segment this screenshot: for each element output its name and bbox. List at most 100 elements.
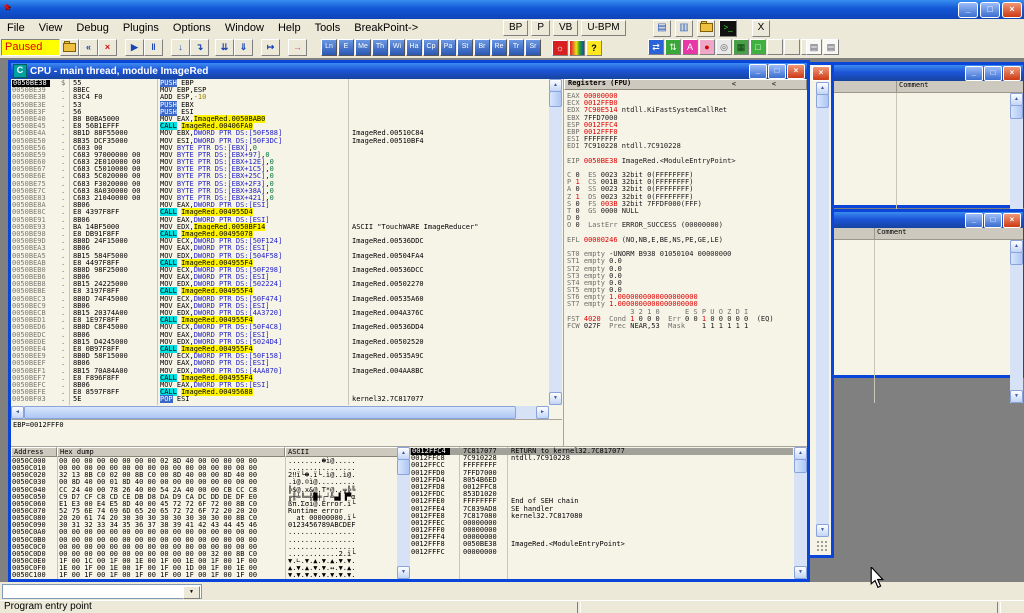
book-icon-button[interactable]: ▥ — [675, 20, 693, 37]
trace-spiral-button[interactable]: ◎ — [716, 39, 732, 55]
registers-next-icon[interactable]: < — [772, 81, 776, 88]
panel-button-e[interactable]: E — [338, 39, 354, 56]
stack-pane[interactable]: 0012FFC47C817077RETURN to kernel32.7C817… — [410, 447, 793, 579]
registers-header[interactable]: Registers (FPU) < < — [564, 79, 807, 90]
minimize-button[interactable]: _ — [749, 64, 767, 79]
stack-vertical-scrollbar[interactable]: ▲ ▼ — [794, 447, 807, 579]
hex-dump-pane[interactable]: Address Hex dump ASCII 0050C00000 00 00 … — [11, 447, 398, 579]
disassembly-horizontal-scrollbar[interactable]: ◄ ► — [11, 406, 549, 419]
disasm-row[interactable]: 0050BE83.C683 21040000 00MOV BYTE PTR DS… — [11, 195, 563, 202]
close-icon[interactable]: × — [1003, 213, 1021, 228]
registers-prev-icon[interactable]: < — [732, 81, 736, 88]
plugin-button-p[interactable]: P — [531, 20, 550, 36]
empty-slot[interactable] — [784, 39, 800, 55]
register-line[interactable]: EDI 7C910228 ntdll.7C910228 — [567, 143, 807, 150]
column-header-row[interactable]: Comment — [834, 81, 1023, 93]
step-backward-button[interactable]: « — [79, 39, 98, 56]
scroll-thumb[interactable] — [794, 459, 807, 473]
scroll-thumb[interactable] — [1010, 105, 1023, 119]
scroll-thumb[interactable] — [24, 406, 516, 419]
panel-button-br[interactable]: Br — [474, 39, 490, 56]
console-icon-button[interactable]: >_ — [719, 20, 737, 37]
menu-tools[interactable]: Tools — [308, 21, 348, 35]
step-over-button[interactable]: ↴ — [190, 39, 209, 56]
panel-button-re[interactable]: Re — [491, 39, 507, 56]
panel-button-pa[interactable]: Pa — [440, 39, 456, 56]
assembler-button[interactable]: A — [682, 39, 698, 55]
panel-button-sr[interactable]: Sr — [525, 39, 541, 56]
register-line[interactable]: T 0 GS 0000 NULL — [567, 208, 807, 215]
vertical-scrollbar[interactable]: ▲ ▼ — [1010, 240, 1023, 403]
dump-ascii-header[interactable]: ASCII — [285, 447, 398, 457]
debug-options-button[interactable]: ☼ — [552, 40, 568, 56]
minimize-button[interactable]: _ — [965, 66, 983, 81]
disasm-row[interactable]: 0050BF03.5EPOP ESIkernel32.7C817077 — [11, 396, 563, 403]
scroll-thumb[interactable] — [549, 91, 562, 107]
report-button[interactable]: ▤ — [823, 39, 839, 55]
empty-slot[interactable] — [767, 39, 783, 55]
minimize-button[interactable]: _ — [965, 213, 983, 228]
disasm-row[interactable]: 0050BE8C.E8 4397F8FFCALL ImageRed.004955… — [11, 209, 563, 216]
disasm-row[interactable]: 0050BEB0.8B0D 98F25000MOV ECX,DWORD PTR … — [11, 267, 563, 274]
panel-button-cp[interactable]: Cp — [423, 39, 439, 56]
disassembly-vertical-scrollbar[interactable]: ▲ ▼ — [549, 79, 562, 405]
menu-window[interactable]: Window — [218, 21, 271, 35]
step-into-button[interactable]: ↓ — [171, 39, 190, 56]
info-pane[interactable]: EBP=0012FFF0 — [11, 419, 562, 446]
command-combobox[interactable]: ▼ — [2, 584, 202, 599]
appearance-button[interactable] — [569, 40, 585, 56]
panel-button-th[interactable]: Th — [372, 39, 388, 56]
cpu-window-titlebar[interactable]: C CPU - main thread, module ImageRed _ □… — [11, 63, 807, 79]
register-line[interactable]: O 0 LastErr ERROR_SUCCESS (00000000) — [567, 222, 807, 229]
disasm-row[interactable]: 0050BEE9.8B0D 58F15000MOV ECX,DWORD PTR … — [11, 353, 563, 360]
dump-address-header[interactable]: Address — [11, 447, 57, 457]
panel-button-ln[interactable]: Ln — [321, 39, 337, 56]
menu-breakpoint[interactable]: BreakPoint-> — [347, 21, 425, 35]
comment-column-header[interactable]: Comment — [896, 82, 929, 89]
folder-icon-button[interactable] — [697, 20, 715, 37]
combobox-dropdown-icon[interactable]: ▼ — [183, 586, 200, 599]
menu-help[interactable]: Help — [271, 21, 308, 35]
menu-file[interactable]: File — [0, 21, 32, 35]
close-button[interactable]: × — [1002, 2, 1022, 18]
execute-till-return-button[interactable]: ↦ — [261, 39, 280, 56]
right-window-1-titlebar[interactable]: _ □ × — [834, 65, 1023, 81]
binary-button[interactable]: ▦ — [733, 39, 749, 55]
open-file-button[interactable] — [60, 39, 79, 56]
vertical-scrollbar[interactable]: ▲ ▼ — [816, 82, 829, 537]
panel-button-wi[interactable]: Wi — [389, 39, 405, 56]
go-to-eip-button[interactable]: → — [288, 39, 307, 56]
maximize-button[interactable]: □ — [984, 66, 1002, 81]
disasm-row[interactable]: 0050BEC3.8B0D 74F45000MOV ECX,DWORD PTR … — [11, 296, 563, 303]
resize-grip[interactable] — [816, 540, 829, 553]
disasm-row[interactable]: 0050BED6.8B0D C8F45000MOV ECX,DWORD PTR … — [11, 324, 563, 331]
plugin-button-ubpm[interactable]: U-BPM — [581, 20, 625, 36]
right-window-2-titlebar[interactable]: _ □ × — [834, 212, 1023, 228]
scroll-down-icon[interactable]: ▼ — [1010, 390, 1023, 403]
panel-button-me[interactable]: Me — [355, 39, 371, 56]
registers-pane[interactable]: Registers (FPU) < < EAX 00000000ECX 0012… — [564, 79, 807, 446]
menu-view[interactable]: View — [32, 21, 70, 35]
animate-into-button[interactable]: ⇊ — [215, 39, 234, 56]
maximize-button[interactable]: □ — [768, 64, 786, 79]
sync-updown-button[interactable]: ⇅ — [665, 39, 681, 55]
close-icon[interactable]: × — [812, 66, 830, 81]
disasm-row[interactable]: 0050BEF7.E8 F896F8FFCALL ImageRed.004955… — [11, 375, 563, 382]
register-line[interactable]: EIP 0050BE38 ImageRed.<ModuleEntryPoint> — [567, 158, 807, 165]
maximize-button[interactable]: □ — [984, 213, 1002, 228]
notes-icon-button[interactable]: ▤ — [653, 20, 671, 37]
disasm-row[interactable]: 0050BE9D.8B0D 24F15000MOV ECX,DWORD PTR … — [11, 238, 563, 245]
scroll-thumb[interactable] — [1010, 252, 1023, 265]
swap-arrows-button[interactable]: ⇄ — [648, 39, 664, 55]
disasm-row[interactable]: 0050BE3E.53PUSH EBX — [11, 102, 563, 109]
pause-button[interactable]: ‖ — [144, 39, 163, 56]
menu-plugins[interactable]: Plugins — [116, 21, 166, 35]
plugin-button-bp[interactable]: BP — [503, 20, 528, 36]
dump-row[interactable]: 0050C1001F 00 1F 00 1F 00 1F 00 1F 00 1F… — [11, 572, 398, 579]
scroll-down-icon[interactable]: ▼ — [549, 392, 562, 405]
panel-button-tr[interactable]: Tr — [508, 39, 524, 56]
dump-hex-header[interactable]: Hex dump — [57, 447, 285, 457]
minimize-button[interactable]: _ — [958, 2, 978, 18]
scroll-thumb[interactable] — [816, 94, 829, 108]
register-line[interactable]: FCW 027F Prec NEAR,53 Mask 1 1 1 1 1 1 — [567, 323, 807, 330]
